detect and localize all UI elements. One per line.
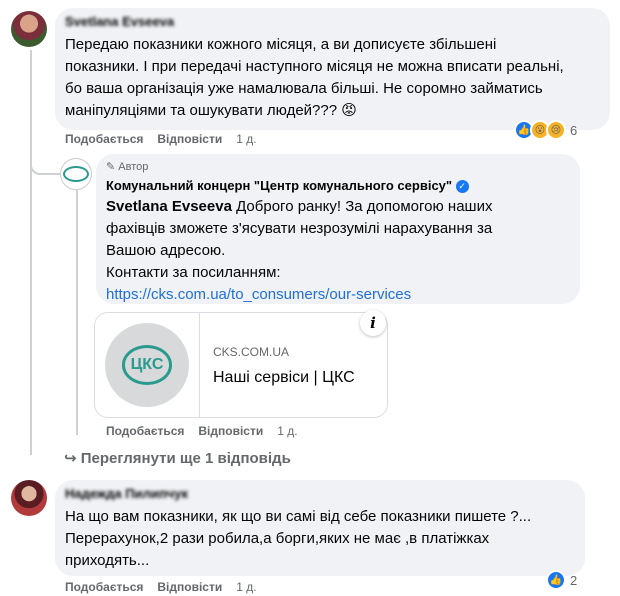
preview-domain: CKS.COM.UA	[213, 345, 290, 359]
reply-button[interactable]: Відповісти	[157, 132, 222, 146]
comment-text: На що вам показники, як що ви самі від с…	[65, 508, 532, 569]
verified-icon: ✓	[455, 180, 469, 194]
pencil-icon: ✎	[106, 161, 116, 173]
like-button[interactable]: Подобається	[106, 424, 184, 438]
timestamp[interactable]: 1 д.	[277, 424, 297, 438]
link-preview-card[interactable]: ЦКС CKS.COM.UA Наші сервіси | ЦКС	[94, 312, 388, 418]
like-button[interactable]: Подобається	[65, 580, 143, 594]
comment-actions: Подобається Відповісти 1 д.	[106, 424, 312, 438]
info-icon[interactable]: i	[360, 310, 386, 336]
reply-arrow-icon: ↪	[64, 450, 77, 467]
logo-text: ЦКС	[121, 345, 173, 385]
comment-author[interactable]: Комунальний концерн "Центр комунального …	[106, 178, 469, 194]
avatar[interactable]	[11, 480, 47, 516]
sad-reaction-icon: 😢	[546, 120, 566, 140]
mention[interactable]: Svetlana Evseeva	[106, 198, 232, 215]
preview-logo: ЦКС	[95, 313, 200, 417]
like-button[interactable]: Подобається	[65, 132, 143, 146]
service-link[interactable]: https://cks.com.ua/to_consumers/our-serv…	[106, 284, 411, 306]
author-badge: ✎ Автор	[106, 161, 149, 173]
reply-thread-line	[76, 190, 78, 435]
avatar[interactable]	[60, 158, 92, 190]
thread-branch	[30, 153, 60, 175]
contacts-text: Контакти за посиланням:	[106, 264, 281, 281]
angry-emoji-icon: 😡	[341, 102, 357, 119]
reaction-summary[interactable]: 👍 😮 😢 6	[514, 120, 577, 140]
reply-button[interactable]: Відповісти	[157, 580, 222, 594]
thread-line	[30, 50, 32, 455]
view-more-replies[interactable]: ↪ Переглянути ще 1 відповідь	[64, 449, 291, 467]
timestamp[interactable]: 1 д.	[236, 580, 256, 594]
reply-button[interactable]: Відповісти	[198, 424, 263, 438]
comment-text: Svetlana Evseeva Доброго ранку! За допом…	[106, 198, 493, 259]
preview-title: Наші сервіси | ЦКС	[213, 369, 355, 386]
comment-author[interactable]: Svetlana Evseeva	[65, 14, 174, 29]
comment-text: Передаю показники кожного місяця, а ви д…	[65, 36, 564, 119]
reaction-count: 2	[570, 572, 578, 588]
comment-actions: Подобається Відповісти 1 д.	[65, 580, 271, 594]
avatar[interactable]	[11, 11, 47, 47]
comment-actions: Подобається Відповісти 1 д.	[65, 132, 271, 146]
reaction-summary[interactable]: 👍 2	[546, 570, 577, 590]
like-reaction-icon: 👍	[546, 570, 566, 590]
comment-author[interactable]: Надежда Пилипчук	[65, 486, 188, 501]
timestamp[interactable]: 1 д.	[236, 132, 256, 146]
reaction-count: 6	[570, 122, 578, 138]
